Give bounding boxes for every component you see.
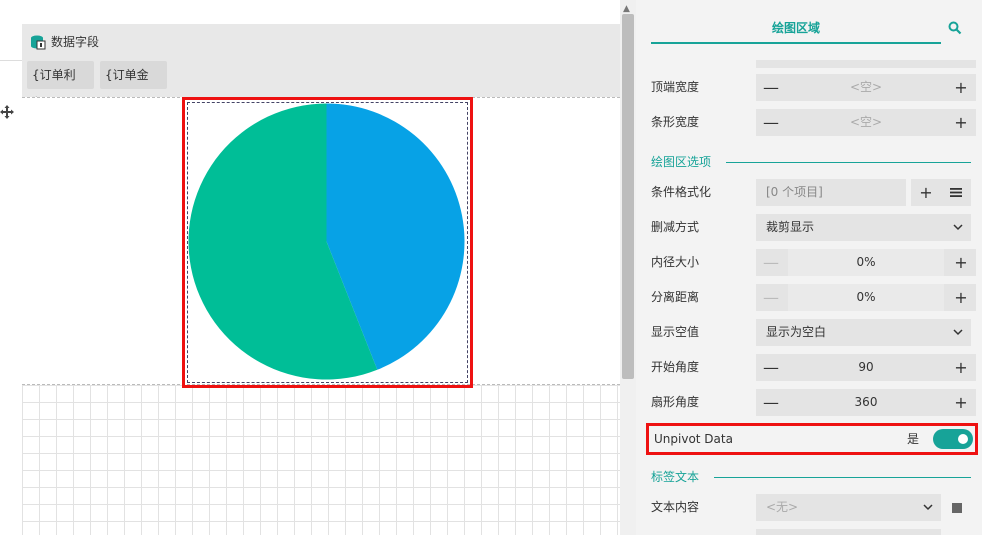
bar-width-value[interactable]: <空> xyxy=(788,109,944,136)
sweep-angle-stepper[interactable]: — 360 + xyxy=(756,389,976,416)
row-trim-mode: 删减方式 裁剪显示 xyxy=(636,210,982,245)
toggle-knob xyxy=(958,434,968,444)
data-fields-header: 数据字段 xyxy=(30,33,99,50)
plus-icon[interactable]: + xyxy=(946,354,976,381)
chevron-down-icon xyxy=(953,329,963,336)
conditional-format-value[interactable]: [0 个项目] xyxy=(756,179,906,206)
inner-radius-label: 内径大小 xyxy=(651,255,700,269)
inner-radius-stepper[interactable]: — 0% + xyxy=(756,249,976,276)
start-angle-value[interactable]: 90 xyxy=(788,354,944,381)
condition-list-button[interactable] xyxy=(941,179,971,206)
section-label-text-title: 标签文本 xyxy=(651,470,700,484)
conditional-format-label: 条件格式化 xyxy=(651,185,712,199)
row-start-angle: 开始角度 — 90 + xyxy=(636,350,982,385)
minus-icon[interactable]: — xyxy=(756,109,786,136)
text-content-value: <无> xyxy=(766,500,799,514)
plus-icon[interactable]: + xyxy=(946,389,976,416)
trim-mode-value: 裁剪显示 xyxy=(766,220,815,234)
text-content-label: 文本内容 xyxy=(651,500,700,514)
sweep-angle-value[interactable]: 360 xyxy=(788,389,944,416)
chart-selection-highlight xyxy=(182,97,473,388)
row-conditional-format: 条件格式化 [0 个项目] + xyxy=(636,175,982,210)
panel-header: 绘图区域 xyxy=(636,0,982,60)
menu-icon xyxy=(950,188,962,197)
section-divider xyxy=(714,477,971,478)
minus-icon[interactable]: — xyxy=(756,249,786,276)
unpivot-data-state: 是 xyxy=(907,432,920,446)
unpivot-data-label: Unpivot Data xyxy=(654,432,733,446)
vertical-scrollbar[interactable]: ▲ xyxy=(620,0,636,535)
field-chip-order-profit[interactable]: {订单利润} xyxy=(27,61,94,110)
chevron-down-icon xyxy=(923,504,933,511)
add-condition-button[interactable]: + xyxy=(911,179,941,206)
inner-radius-value[interactable]: 0% xyxy=(788,249,944,276)
plus-icon[interactable]: + xyxy=(946,74,976,101)
plus-icon[interactable]: + xyxy=(946,109,976,136)
text-content-select[interactable]: <无> xyxy=(756,494,941,521)
pie-chart-svg xyxy=(188,103,465,380)
row-inner-radius: 内径大小 — 0% + xyxy=(636,245,982,280)
sweep-angle-label: 扇形角度 xyxy=(651,395,700,409)
search-icon[interactable] xyxy=(948,21,962,35)
field-chip-order-amount[interactable]: {订单金额} xyxy=(100,61,167,110)
trim-mode-select[interactable]: 裁剪显示 xyxy=(756,214,971,241)
minus-icon[interactable]: — xyxy=(756,284,786,311)
chevron-down-icon xyxy=(953,224,963,231)
row-sweep-angle: 扇形角度 — 360 + xyxy=(636,385,982,420)
minus-icon[interactable]: — xyxy=(756,389,786,416)
left-ruler-strip xyxy=(0,60,22,535)
top-width-stepper[interactable]: — <空> + xyxy=(756,74,976,101)
show-nulls-label: 显示空值 xyxy=(651,325,700,339)
row-show-nulls: 显示空值 显示为空白 xyxy=(636,315,982,350)
next-select[interactable] xyxy=(756,529,941,535)
row-next xyxy=(636,525,982,535)
plus-icon[interactable]: + xyxy=(946,284,976,311)
minus-icon[interactable]: — xyxy=(756,354,786,381)
designer-area: 数据字段 {订单利润} {订单金额} xyxy=(0,0,620,535)
design-grid xyxy=(22,385,620,535)
tab-plot-area[interactable]: 绘图区域 xyxy=(651,18,941,44)
section-divider xyxy=(726,162,971,163)
pie-chart[interactable] xyxy=(187,102,468,383)
row-text-content: 文本内容 <无> xyxy=(636,490,982,525)
trim-mode-label: 删减方式 xyxy=(651,220,700,234)
bar-width-label: 条形宽度 xyxy=(651,115,700,129)
properties-panel: 重叠效果 — + 绘图区域 顶端宽度 — <空> + 条形宽度 — <空> + … xyxy=(636,0,982,535)
scrollbar-thumb[interactable] xyxy=(622,14,634,379)
top-width-label: 顶端宽度 xyxy=(651,80,700,94)
start-angle-label: 开始角度 xyxy=(651,360,700,374)
row-offset: 分离距离 — 0% + xyxy=(636,280,982,315)
start-angle-stepper[interactable]: — 90 + xyxy=(756,354,976,381)
minus-icon[interactable]: — xyxy=(756,74,786,101)
top-width-value[interactable]: <空> xyxy=(788,74,944,101)
plus-icon[interactable]: + xyxy=(946,249,976,276)
offset-label: 分离距离 xyxy=(651,290,700,304)
show-nulls-select[interactable]: 显示为空白 xyxy=(756,319,971,346)
section-label-text: 标签文本 xyxy=(651,467,971,487)
move-icon[interactable] xyxy=(0,105,14,119)
scroll-up-icon[interactable]: ▲ xyxy=(623,4,630,14)
offset-stepper[interactable]: — 0% + xyxy=(756,284,976,311)
row-top-width: 顶端宽度 — <空> + xyxy=(636,70,982,105)
row-bar-width: 条形宽度 — <空> + xyxy=(636,105,982,140)
data-fields-panel: 数据字段 {订单利润} {订单金额} xyxy=(22,24,620,110)
show-nulls-value: 显示为空白 xyxy=(766,325,827,339)
plus-icon: + xyxy=(919,183,933,202)
bar-width-stepper[interactable]: — <空> + xyxy=(756,109,976,136)
section-plot-options-title: 绘图区选项 xyxy=(651,155,712,169)
unpivot-data-toggle[interactable] xyxy=(933,429,973,449)
section-plot-options: 绘图区选项 xyxy=(651,152,971,172)
text-style-button[interactable] xyxy=(952,503,962,513)
unpivot-data-row: Unpivot Data 是 xyxy=(646,423,978,455)
offset-value[interactable]: 0% xyxy=(788,284,944,311)
data-fields-title: 数据字段 xyxy=(51,35,100,49)
database-icon xyxy=(31,35,46,49)
